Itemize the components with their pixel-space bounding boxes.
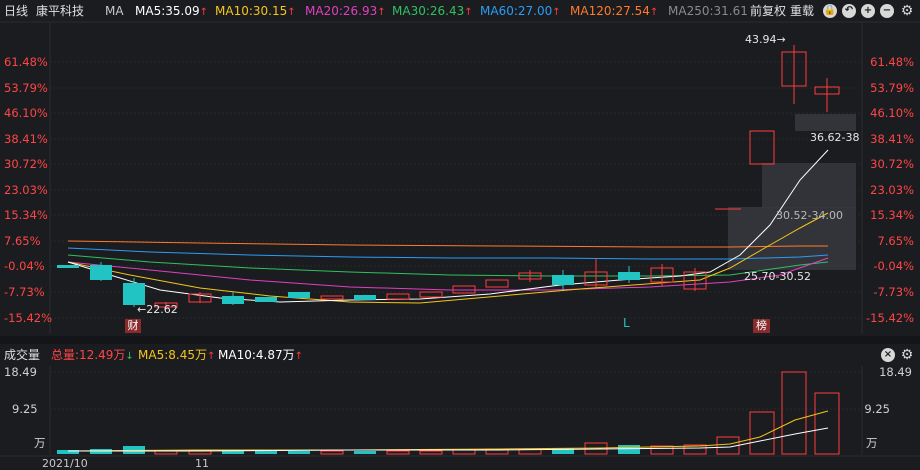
volume-ma5-line — [67, 410, 829, 452]
volume-axis-unit-right: 万 — [866, 436, 878, 450]
volume-bar — [354, 451, 376, 454]
date-label: 2021/10 — [42, 457, 88, 470]
volume-axis-label-right: 18.49 — [879, 365, 912, 379]
volume-bars — [57, 371, 840, 455]
volume-bar — [222, 451, 244, 454]
volume-bar — [386, 450, 410, 455]
volume-bar — [288, 451, 310, 454]
volume-bar — [419, 450, 443, 455]
volume-ma10-line — [68, 427, 829, 452]
volume-bar — [814, 392, 840, 455]
volume-axis-label-right: 9.25 — [864, 402, 890, 416]
volume-axis-label-left: 9.25 — [12, 402, 38, 416]
volume-bar — [320, 450, 344, 455]
volume-axis-label-left: 18.49 — [4, 365, 37, 379]
volume-bar — [452, 449, 476, 455]
volume-axis-unit-left: 万 — [34, 436, 46, 450]
volume-bar — [255, 451, 277, 454]
volume-chart[interactable] — [0, 0, 920, 469]
volume-bar — [749, 411, 775, 455]
date-label: 11 — [195, 457, 209, 470]
volume-bar — [781, 371, 807, 455]
volume-bar — [618, 445, 640, 454]
